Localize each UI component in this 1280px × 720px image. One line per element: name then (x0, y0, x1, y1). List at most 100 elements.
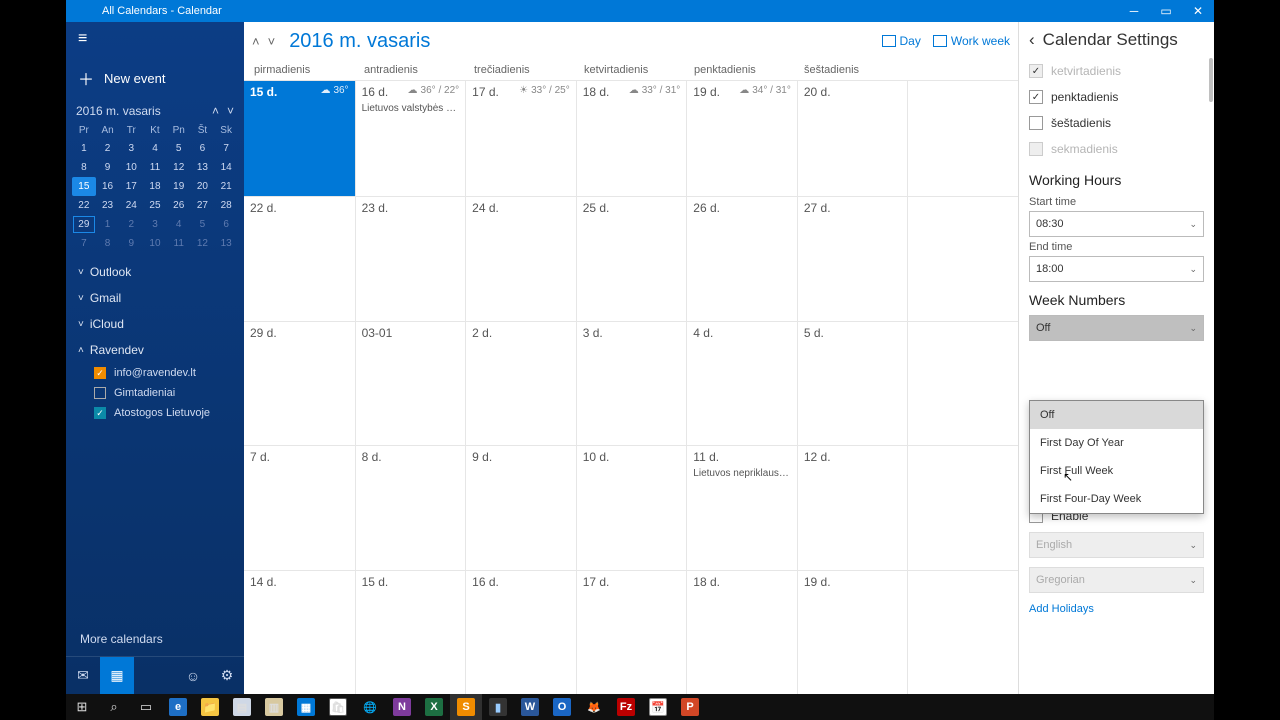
store-icon[interactable]: 🛍 (322, 694, 354, 720)
taskbar[interactable]: ⊞ ⌕ ▭ e 📁 ▤ ▥ ▦ 🛍 🌐 N X S ▮ W O 🦊 Fz 📅 P (66, 694, 1214, 720)
mini-day[interactable]: 13 (191, 158, 215, 177)
day-cell[interactable]: 18 d. (686, 570, 797, 695)
mini-day[interactable]: 29 (72, 215, 96, 234)
mini-day[interactable]: 24 (119, 196, 143, 215)
day-cell[interactable] (907, 321, 1018, 446)
day-cell[interactable]: 23 d. (355, 196, 466, 321)
day-cell[interactable]: 17 d.☀33° / 25° (465, 80, 576, 196)
account-icloud[interactable]: ˅iCloud (66, 311, 244, 337)
mini-day[interactable]: 1 (96, 215, 120, 234)
mini-day[interactable]: 12 (167, 158, 191, 177)
dropdown-option[interactable]: First Day Of Year (1030, 429, 1203, 457)
mini-day[interactable]: 5 (191, 215, 215, 234)
mini-day[interactable]: 2 (96, 139, 120, 158)
day-cell[interactable]: 11 d.Lietuvos nepriklausomybės atk (686, 445, 797, 570)
calendar-icon[interactable]: ▦ (100, 657, 134, 694)
calendar-taskbar-icon[interactable]: ▦ (290, 694, 322, 720)
filezilla-icon[interactable]: Fz (610, 694, 642, 720)
hamburger-icon[interactable]: ≡ (66, 22, 244, 56)
new-event-button[interactable]: ＋ New event (66, 56, 244, 100)
day-cell[interactable] (907, 445, 1018, 570)
add-holidays-link[interactable]: Add Holidays (1029, 593, 1204, 619)
mini-day[interactable]: 27 (191, 196, 215, 215)
mini-day[interactable]: 5 (167, 139, 191, 158)
account-outlook[interactable]: ˅Outlook (66, 259, 244, 285)
maximize-button[interactable]: ▭ (1150, 0, 1182, 22)
day-cell[interactable]: 26 d. (686, 196, 797, 321)
mini-day[interactable]: 22 (72, 196, 96, 215)
powerpoint-icon[interactable]: P (674, 694, 706, 720)
day-cell[interactable]: 4 d. (686, 321, 797, 446)
day-cell[interactable]: 8 d. (355, 445, 466, 570)
mini-day[interactable]: 13 (214, 234, 238, 253)
mini-day[interactable]: 10 (143, 234, 167, 253)
mini-day[interactable]: 3 (119, 139, 143, 158)
mail-icon[interactable]: ✉ (66, 657, 100, 694)
day-cell[interactable]: 19 d.☁34° / 31° (686, 80, 797, 196)
next-month-button[interactable]: ˅ (268, 34, 276, 49)
mini-day[interactable]: 19 (167, 177, 191, 196)
month-grid[interactable]: 15 d.☁36°16 d.☁36° / 22°Lietuvos valstyb… (244, 80, 1018, 694)
event-item[interactable]: Lietuvos valstybės atkūrimo die (362, 103, 460, 114)
mini-day[interactable]: 4 (143, 139, 167, 158)
mini-day[interactable]: 21 (214, 177, 238, 196)
day-cell[interactable]: 5 d. (797, 321, 908, 446)
mini-day[interactable]: 6 (191, 139, 215, 158)
firefox-icon[interactable]: 🦊 (578, 694, 610, 720)
mini-day[interactable]: 20 (191, 177, 215, 196)
more-calendars[interactable]: More calendars (66, 622, 244, 656)
calendar2-icon[interactable]: 📅 (642, 694, 674, 720)
view-day[interactable]: Day (882, 34, 921, 48)
day-cell[interactable] (907, 570, 1018, 695)
search-icon[interactable]: ⌕ (98, 694, 130, 720)
mini-day[interactable]: 14 (214, 158, 238, 177)
outlook-icon[interactable]: O (546, 694, 578, 720)
mini-day[interactable]: 1 (72, 139, 96, 158)
mini-day[interactable]: 17 (119, 177, 143, 196)
day-cell[interactable]: 3 d. (576, 321, 687, 446)
word-icon[interactable]: W (514, 694, 546, 720)
day-cell[interactable] (907, 196, 1018, 321)
scrollbar-thumb[interactable] (1209, 58, 1213, 102)
back-icon[interactable]: ‹ (1029, 30, 1035, 50)
view-workweek[interactable]: Work week (933, 34, 1010, 48)
mini-day[interactable]: 15 (72, 177, 96, 196)
day-cell[interactable]: 19 d. (797, 570, 908, 695)
mini-day[interactable]: 12 (191, 234, 215, 253)
day-cell[interactable]: 03-01 (355, 321, 466, 446)
mini-day[interactable]: 18 (143, 177, 167, 196)
calendar-item[interactable]: ✓Atostogos Lietuvoje (66, 403, 244, 423)
start-button[interactable]: ⊞ (66, 694, 98, 720)
mini-prev-icon[interactable]: ˄ (212, 104, 219, 118)
day-cell[interactable]: 20 d. (797, 80, 908, 196)
day-cell[interactable]: 2 d. (465, 321, 576, 446)
day-cell[interactable]: 15 d. (355, 570, 466, 695)
week-numbers-select[interactable]: Off⌄ (1029, 315, 1204, 341)
mini-day[interactable]: 4 (167, 215, 191, 234)
account-ravendev[interactable]: ˄Ravendev (66, 337, 244, 363)
day-cell[interactable]: 16 d. (465, 570, 576, 695)
mini-day[interactable]: 11 (167, 234, 191, 253)
mini-day[interactable]: 26 (167, 196, 191, 215)
start-time-select[interactable]: 08:30⌄ (1029, 211, 1204, 237)
settings-icon[interactable]: ⚙ (210, 657, 244, 694)
day-cell[interactable]: 29 d. (244, 321, 355, 446)
mini-day[interactable]: 6 (214, 215, 238, 234)
event-item[interactable]: Lietuvos nepriklausomybės atk (693, 468, 791, 479)
edge-icon[interactable]: e (162, 694, 194, 720)
mini-day[interactable]: 10 (119, 158, 143, 177)
chrome-icon[interactable]: 🌐 (354, 694, 386, 720)
account-gmail[interactable]: ˅Gmail (66, 285, 244, 311)
mini-day[interactable]: 2 (119, 215, 143, 234)
mini-next-icon[interactable]: ˅ (227, 104, 234, 118)
day-cell[interactable]: 17 d. (576, 570, 687, 695)
terminal-icon[interactable]: ▮ (482, 694, 514, 720)
dropdown-option[interactable]: Off (1030, 401, 1203, 429)
mini-day[interactable]: 7 (72, 234, 96, 253)
day-cell[interactable]: 22 d. (244, 196, 355, 321)
day-cell[interactable]: 27 d. (797, 196, 908, 321)
day-cell[interactable]: 15 d.☁36° (244, 80, 355, 196)
day-cell[interactable]: 12 d. (797, 445, 908, 570)
mini-day[interactable]: 23 (96, 196, 120, 215)
mini-day[interactable]: 8 (96, 234, 120, 253)
